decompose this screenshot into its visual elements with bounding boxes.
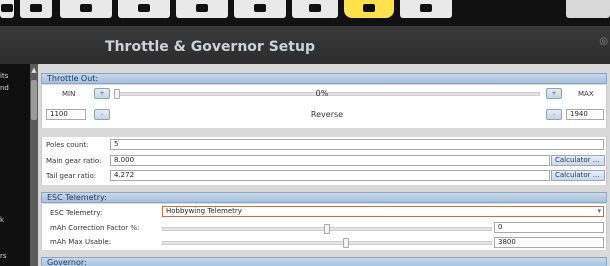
- tail-gear-calculator-button[interactable]: Calculator ...: [551, 170, 605, 181]
- toolbar-icon-6[interactable]: [234, 0, 286, 18]
- toolbar-icon-8[interactable]: [344, 0, 394, 18]
- mah-max-usable-label: mAh Max Usable:: [50, 238, 112, 246]
- toolbar-icon-2[interactable]: [20, 0, 52, 18]
- poles-count-label: Poles count:: [46, 141, 89, 149]
- max-label: MAX: [578, 90, 594, 98]
- left-nav: its nd k rs: [0, 64, 30, 266]
- min-value-field[interactable]: 1100: [46, 109, 86, 120]
- throttle-slider-knob[interactable]: [114, 89, 120, 99]
- esc-telemetry-section: ESC Telemetry: Hobbywing Telemetry ▾ mAh…: [41, 204, 607, 250]
- throttle-percent: 0%: [315, 89, 329, 98]
- max-minus-button[interactable]: -: [546, 109, 562, 120]
- toolbar-icon-5[interactable]: [176, 0, 228, 18]
- mah-correction-slider-knob[interactable]: [324, 224, 330, 234]
- main-gear-ratio-label: Main gear ratio:: [46, 157, 102, 165]
- toolbar-icon-3[interactable]: [60, 0, 112, 18]
- esc-telemetry-select[interactable]: Hobbywing Telemetry ▾: [162, 206, 604, 217]
- min-plus-button[interactable]: +: [94, 88, 110, 99]
- mah-max-usable-slider-knob[interactable]: [343, 238, 350, 248]
- max-value-field[interactable]: 1940: [566, 109, 604, 120]
- poles-count-field[interactable]: 5: [110, 139, 604, 150]
- nav-fragment-1[interactable]: its: [0, 72, 8, 80]
- esc-telemetry-label: ESC Telemetry:: [50, 209, 103, 217]
- toolbar-icon-8-glyph: [363, 4, 375, 12]
- esc-telemetry-header: ESC Telemetry:: [41, 192, 607, 203]
- page-title-text: Throttle & Governor Setup: [105, 39, 315, 55]
- top-toolbar: [0, 0, 610, 26]
- toolbar-icon-1[interactable]: [0, 0, 14, 18]
- toolbar-icon-7[interactable]: [292, 0, 338, 18]
- min-label: MIN: [62, 90, 76, 98]
- mah-max-usable-field[interactable]: 3800: [494, 237, 604, 248]
- governor-header: Governor:: [41, 257, 607, 266]
- min-minus-button[interactable]: -: [94, 109, 110, 120]
- nav-fragment-2[interactable]: nd: [0, 84, 9, 92]
- toolbar-icon-6-glyph: [254, 4, 266, 12]
- toolbar-icon-4[interactable]: [118, 0, 170, 18]
- toolbar-icon-7-glyph: [309, 4, 321, 12]
- tail-gear-ratio-field[interactable]: 4.272: [110, 170, 550, 181]
- scroll-thumb[interactable]: [31, 80, 37, 120]
- toolbar-icon-1-glyph: [1, 4, 13, 12]
- tail-gear-ratio-label: Tail gear ratio:: [46, 172, 97, 180]
- chevron-down-icon: ▾: [597, 207, 601, 215]
- throttle-out-header: Throttle Out:: [41, 73, 607, 84]
- max-plus-button[interactable]: +: [546, 88, 562, 99]
- toolbar-icon-9[interactable]: [400, 0, 452, 18]
- toolbar-icon-right[interactable]: [566, 0, 610, 18]
- main-gear-calculator-button[interactable]: Calculator ...: [551, 155, 605, 166]
- toolbar-icon-4-glyph: [138, 4, 150, 12]
- nav-fragment-3[interactable]: k: [0, 216, 4, 224]
- toolbar-icon-9-glyph: [420, 4, 432, 12]
- nav-fragment-4[interactable]: rs: [0, 252, 7, 260]
- mah-correction-field[interactable]: 0: [494, 222, 604, 233]
- esc-telemetry-selected-value: Hobbywing Telemetry: [166, 207, 242, 215]
- page-title: Throttle & Governor Setup: [0, 39, 610, 55]
- reverse-button[interactable]: Reverse: [302, 110, 352, 119]
- vertical-scrollbar[interactable]: ▲: [30, 64, 38, 266]
- mah-correction-label: mAh Correction Factor %:: [50, 224, 140, 232]
- main-panel: Throttle Out: MIN + 0% + MAX 1100 - Reve…: [38, 64, 610, 266]
- title-bar: Throttle & Governor Setup ◎: [0, 26, 610, 64]
- toolbar-icon-5-glyph: [196, 4, 208, 12]
- app-window: Throttle & Governor Setup ◎ its nd k rs …: [0, 0, 610, 266]
- toolbar-icon-2-glyph: [30, 4, 42, 12]
- mah-max-usable-slider-track[interactable]: [162, 241, 492, 245]
- scroll-up-arrow-icon[interactable]: ▲: [30, 66, 38, 74]
- gear-section: Poles count: 5 Main gear ratio: 8.000 Ca…: [41, 137, 607, 185]
- toolbar-icon-3-glyph: [80, 4, 92, 12]
- help-icon[interactable]: ◎: [599, 36, 608, 47]
- throttle-out-section: MIN + 0% + MAX 1100 - Reverse - 1940: [41, 85, 607, 128]
- main-gear-ratio-field[interactable]: 8.000: [110, 155, 550, 166]
